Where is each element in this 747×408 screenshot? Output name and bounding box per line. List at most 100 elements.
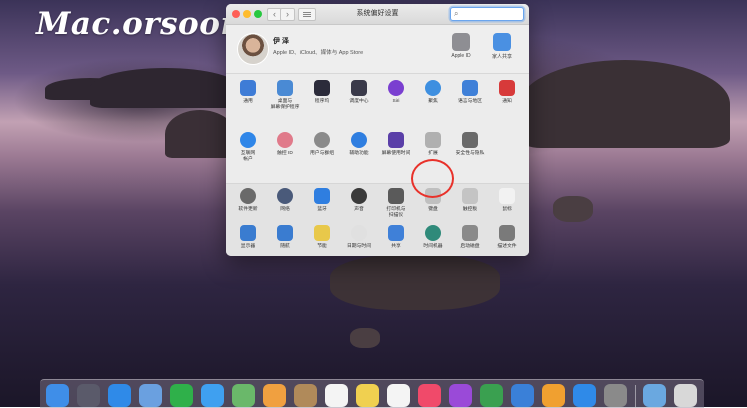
printer-icon [388,188,404,204]
search-input[interactable] [463,8,519,19]
pref-pane-label: 屏幕使用时间 [381,151,411,156]
dock-icon [314,80,330,96]
pref-pane-general[interactable]: 通用 [230,80,266,105]
pref-pane-label: 日期与时间 [347,244,371,249]
pref-pane-profiles[interactable]: 描述文件 [489,225,525,250]
maps-icon[interactable] [232,384,255,407]
pref-pane-label: 打印机与 扫描仪 [386,207,406,218]
downloads-folder-icon[interactable] [643,384,666,407]
pref-pane-printer[interactable]: 打印机与 扫描仪 [378,188,414,219]
reminders-icon[interactable] [387,384,410,407]
pref-pane-language[interactable]: 语言与地区 [452,80,488,105]
pref-pane-label: 网络 [280,207,290,212]
pref-pane-label: 安全性与隐私 [455,151,485,156]
pref-pane-network[interactable]: 网络 [267,188,303,213]
pref-pane-sidecar[interactable]: 随航 [267,225,303,250]
pref-pane-mission-control[interactable]: 调度中心 [341,80,377,105]
mouse-icon [499,188,515,204]
account-shortcut[interactable]: 家人共享 [480,33,524,60]
app-store-icon[interactable] [573,384,596,407]
contacts-icon[interactable] [294,384,317,407]
displays-icon [240,225,256,241]
pref-pane-energy-saver[interactable]: 节能 [304,225,340,250]
pref-pane-dock[interactable]: 程序坞 [304,80,340,105]
screen-time-icon [388,132,404,148]
podcasts-icon[interactable] [449,384,472,407]
pref-pane-label: 扩展 [428,151,438,156]
pref-pane-label: Siri [392,99,400,104]
pref-pane-label: 辅助功能 [349,151,369,156]
pages-icon[interactable] [542,384,565,407]
dock-separator [635,385,636,407]
numbers-icon[interactable] [480,384,503,407]
dock [40,379,704,408]
trash-icon[interactable] [674,384,697,407]
system-preferences-icon[interactable] [604,384,627,407]
music-icon[interactable] [418,384,441,407]
pref-pane-label: 共享 [391,244,401,249]
apple-id-banner[interactable]: 伊 泽 Apple ID、iCloud、媒体与 App Store Apple … [226,25,529,74]
pref-pane-screen-time[interactable]: 屏幕使用时间 [378,132,414,157]
keynote-icon[interactable] [511,384,534,407]
mission-control-icon [351,80,367,96]
pref-pane-label: 触控 ID [277,151,293,156]
pref-pane-notifications[interactable]: 通知 [489,80,525,105]
pref-pane-touch-id[interactable]: 触控 ID [267,132,303,157]
search-icon: ⌕ [454,9,459,18]
extensions-icon [425,132,441,148]
accessibility-icon [351,132,367,148]
pref-pane-mouse[interactable]: 鼠标 [489,188,525,213]
date-time-icon [351,225,367,241]
preferences-section-hardware: 软件更新 网络 蓝牙 声音 打印机与 扫描仪 键盘 触控板 鼠标 显示器 随航 节能 日期与时间 共享… [226,184,529,256]
pref-pane-date-time[interactable]: 日期与时间 [341,225,377,250]
cliff-silhouette [165,110,235,158]
pref-pane-displays[interactable]: 显示器 [230,225,266,250]
pref-pane-siri[interactable]: Siri [378,80,414,105]
launchpad-icon[interactable] [77,384,100,407]
spotlight-icon [425,80,441,96]
safari-icon[interactable] [108,384,131,407]
apple-logo-icon [452,33,470,51]
pref-pane-sharing[interactable]: 共享 [378,225,414,250]
pref-pane-label: 启动磁盘 [460,244,480,249]
pref-pane-label: 蓝牙 [317,207,327,212]
account-shortcut[interactable]: Apple ID [439,33,483,59]
avatar[interactable] [237,33,269,65]
pref-pane-software-update[interactable]: 软件更新 [230,188,266,213]
pref-pane-accessibility[interactable]: 辅助功能 [341,132,377,157]
pref-pane-spotlight[interactable]: 聚焦 [415,80,451,105]
pref-pane-startup-disk[interactable]: 启动磁盘 [452,225,488,250]
software-update-icon [240,188,256,204]
finder-icon[interactable] [46,384,69,407]
network-icon [277,188,293,204]
facetime-icon[interactable] [170,384,193,407]
search-field[interactable]: ⌕ [450,7,524,21]
pref-pane-label: 互联网 帐户 [240,151,256,162]
cloud-icon [493,33,511,51]
pref-pane-label: 鼠标 [502,207,512,212]
internet-accounts-icon [240,132,256,148]
pref-pane-label: 程序坞 [314,99,330,104]
trackpad-icon [462,188,478,204]
pref-pane-sound[interactable]: 声音 [341,188,377,213]
pref-pane-label: 描述文件 [497,244,517,249]
pref-pane-trackpad[interactable]: 触控板 [452,188,488,213]
pref-pane-time-machine[interactable]: 时间机器 [415,225,451,250]
pref-pane-users[interactable]: 用户与群组 [304,132,340,157]
pref-pane-desktop[interactable]: 桌面与 屏幕保护程序 [267,80,303,111]
mail-icon[interactable] [139,384,162,407]
pref-pane-label: 时间机器 [423,244,443,249]
account-shortcut-label: 家人共享 [491,54,512,60]
notes-icon[interactable] [356,384,379,407]
sound-icon [351,188,367,204]
pref-pane-internet-accounts[interactable]: 互联网 帐户 [230,132,266,163]
pref-pane-security[interactable]: 安全性与隐私 [452,132,488,157]
time-machine-icon [425,225,441,241]
calendar-icon[interactable] [325,384,348,407]
pref-pane-label: 键盘 [428,207,438,212]
messages-icon[interactable] [201,384,224,407]
pref-pane-extensions[interactable]: 扩展 [415,132,451,157]
pref-pane-bluetooth[interactable]: 蓝牙 [304,188,340,213]
bluetooth-icon [314,188,330,204]
photos-icon[interactable] [263,384,286,407]
